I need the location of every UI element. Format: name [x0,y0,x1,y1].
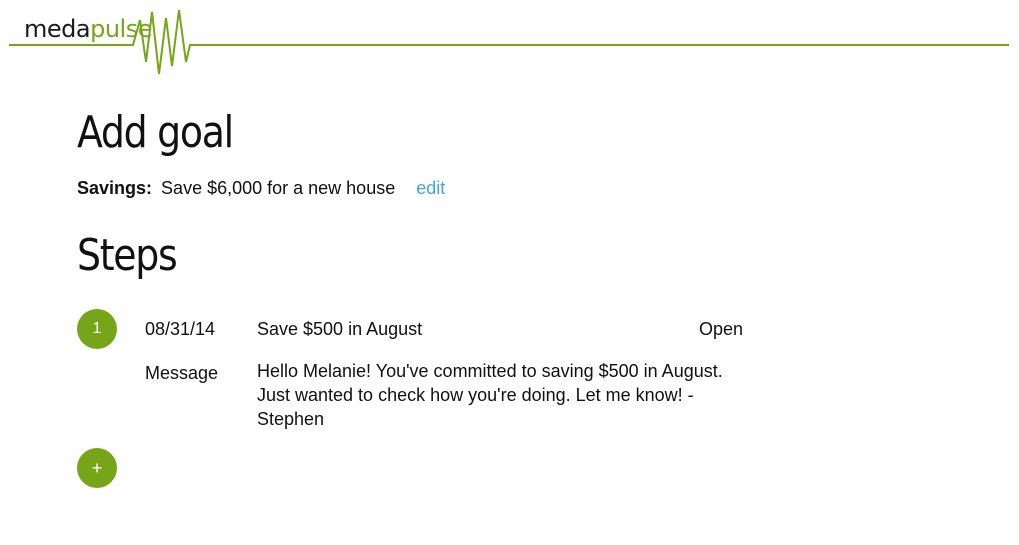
logo[interactable]: medapulse [24,14,152,44]
pulse-line-logo-graphic [9,9,1009,75]
goal-label: Savings: [77,178,153,198]
step-status: Open [699,319,744,339]
logo-text-part-2: pulse [90,15,152,43]
plus-icon: + [91,457,103,478]
step-message-label: Message [145,363,219,383]
edit-goal-link[interactable]: edit [416,178,445,198]
goal-text: Save $6,000 for a new house [161,178,396,198]
page-title: Add goal [77,107,234,158]
steps-heading: Steps [77,230,178,281]
step-title: Save $500 in August [257,319,423,339]
add-step-button[interactable]: + [77,448,117,488]
step-date: 08/31/14 [145,319,216,339]
goal-summary: Savings: Save $6,000 for a new house edi… [77,176,445,200]
logo-text-part-1: meda [24,15,91,43]
step-message-text: Hello Melanie! You've committed to savin… [257,361,723,429]
page: medapulse Add goal Savings: Save $6,000 … [0,0,1019,545]
step-number-badge[interactable]: 1 [77,309,117,349]
header: medapulse [0,0,1019,80]
